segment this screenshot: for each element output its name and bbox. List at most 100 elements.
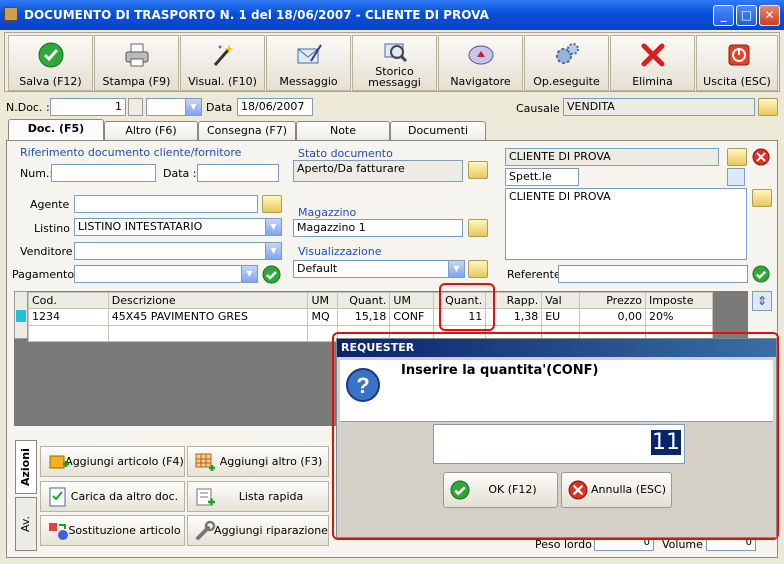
tab-doc[interactable]: Doc. (F5) bbox=[8, 119, 104, 141]
listino-combo[interactable]: LISTINO INTESTATARIO ▼ bbox=[74, 218, 282, 236]
quantity-highlight bbox=[439, 283, 495, 331]
col-header-imposte[interactable]: Imposte bbox=[645, 291, 713, 310]
cell-quant[interactable]: 15,18 bbox=[337, 308, 391, 326]
quantity-input-value: 11 bbox=[651, 430, 681, 455]
series-combo[interactable]: ▼ bbox=[146, 98, 202, 116]
pagamento-combo[interactable]: ▼ bbox=[74, 265, 258, 283]
pagamento-confirm-icon[interactable] bbox=[262, 265, 281, 284]
cell-prezzo[interactable]: 0,00 bbox=[579, 308, 647, 326]
visualizzazione-value: Default bbox=[297, 262, 338, 275]
tab-consegna[interactable]: Consegna (F7) bbox=[198, 121, 296, 141]
causale-field[interactable]: VENDITA bbox=[563, 98, 755, 116]
referente-confirm-icon[interactable] bbox=[752, 265, 770, 283]
cell-imposte[interactable]: 20% bbox=[645, 308, 713, 326]
navigator-label: Navigatore bbox=[450, 75, 511, 88]
cliente-remove-icon[interactable] bbox=[752, 148, 770, 166]
visualizzazione-folder-icon[interactable] bbox=[468, 260, 488, 278]
ndoc-button[interactable] bbox=[128, 98, 143, 116]
ok-button[interactable]: OK (F12) bbox=[443, 472, 558, 508]
print-button[interactable]: Stampa (F9) bbox=[94, 35, 179, 91]
exit-button[interactable]: Uscita (ESC) bbox=[696, 35, 778, 91]
col-header-descrizione[interactable]: Descrizione bbox=[107, 291, 309, 310]
rif-date-input[interactable] bbox=[197, 164, 279, 182]
chevron-down-icon: ▼ bbox=[265, 243, 281, 259]
stato-folder-icon[interactable] bbox=[468, 161, 488, 179]
cliente-folder-icon[interactable] bbox=[727, 148, 747, 166]
add-repair-button[interactable]: Aggiungi riparazione bbox=[187, 515, 329, 546]
grid-add-icon bbox=[195, 453, 215, 471]
message-history-icon bbox=[384, 43, 408, 63]
maximize-button[interactable]: □ bbox=[736, 5, 757, 26]
save-button[interactable]: Salva (F12) bbox=[8, 35, 93, 91]
magazzino-folder-icon[interactable] bbox=[468, 219, 488, 237]
col-header-cod[interactable]: Cod. bbox=[28, 291, 109, 310]
quantity-input[interactable]: 11 bbox=[433, 424, 685, 464]
col-header-um[interactable]: UM bbox=[307, 291, 339, 310]
cell-val[interactable]: EU bbox=[541, 308, 581, 326]
address-card-icon[interactable] bbox=[727, 168, 745, 186]
exit-label: Uscita (ESC) bbox=[703, 75, 771, 88]
col-header-val[interactable]: Val bbox=[541, 291, 581, 310]
quick-list-button[interactable]: Lista rapida bbox=[187, 481, 329, 512]
cancel-button[interactable]: Annulla (ESC) bbox=[561, 472, 672, 508]
load-from-doc-button[interactable]: Carica da altro doc. bbox=[40, 481, 185, 512]
tab-note[interactable]: Note bbox=[296, 121, 390, 141]
operations-button[interactable]: Op.eseguite bbox=[524, 35, 609, 91]
rif-date-label: Data : bbox=[163, 167, 197, 180]
navigator-button[interactable]: Navigatore bbox=[438, 35, 523, 91]
salutation-field[interactable]: Spett.le bbox=[505, 168, 579, 186]
dialog-prompt: Inserire la quantita'(CONF) bbox=[401, 363, 599, 378]
magic-wand-icon bbox=[213, 44, 234, 66]
stato-field: Aperto/Da fatturare bbox=[293, 160, 463, 182]
printer-icon bbox=[125, 43, 149, 67]
message-button[interactable]: Messaggio bbox=[266, 35, 351, 91]
save-label: Salva (F12) bbox=[19, 75, 82, 88]
delete-label: Elimina bbox=[632, 75, 673, 88]
col-header-um2[interactable]: UM bbox=[389, 291, 435, 310]
magazzino-field[interactable]: Magazzino 1 bbox=[293, 219, 463, 237]
listino-value: LISTINO INTESTATARIO bbox=[78, 220, 203, 233]
delete-button[interactable]: Elimina bbox=[610, 35, 695, 91]
rif-num-input[interactable] bbox=[51, 164, 156, 182]
preview-button[interactable]: Visual. (F10) bbox=[180, 35, 265, 91]
side-tab-azioni[interactable]: Azioni bbox=[15, 440, 37, 494]
question-icon: ? bbox=[346, 368, 380, 402]
visualizzazione-combo[interactable]: Default ▼ bbox=[293, 260, 465, 278]
print-label: Stampa (F9) bbox=[102, 75, 171, 88]
cell-descrizione[interactable]: 45X45 PAVIMENTO GRES bbox=[107, 308, 309, 326]
chevron-down-icon: ▼ bbox=[241, 266, 257, 282]
cell-cod[interactable]: 1234 bbox=[28, 308, 109, 326]
cell-um[interactable]: MQ bbox=[307, 308, 339, 326]
referente-input[interactable] bbox=[558, 265, 748, 283]
tab-documenti[interactable]: Documenti bbox=[390, 121, 486, 141]
cliente-address-field[interactable]: CLIENTE DI PROVA bbox=[505, 188, 747, 260]
close-button[interactable]: ✕ bbox=[759, 5, 780, 26]
cell-um2[interactable]: CONF bbox=[389, 308, 435, 326]
tab-altro[interactable]: Altro (F6) bbox=[104, 121, 198, 141]
add-article-button[interactable]: Aggiungi articolo (F4) bbox=[40, 446, 185, 477]
chevron-down-icon: ▼ bbox=[185, 99, 201, 115]
ndoc-input[interactable]: 1 bbox=[50, 98, 126, 116]
col-header-prezzo[interactable]: Prezzo bbox=[579, 291, 647, 310]
date-input[interactable]: 18/06/2007 bbox=[237, 98, 313, 116]
sort-arrows-icon[interactable]: ⇕ bbox=[752, 291, 772, 311]
address-folder-icon[interactable] bbox=[752, 189, 772, 207]
venditore-combo[interactable]: ▼ bbox=[74, 242, 282, 260]
app-icon bbox=[4, 7, 18, 21]
minimize-button[interactable]: _ bbox=[713, 5, 734, 26]
agente-folder-icon[interactable] bbox=[262, 195, 282, 213]
side-tab-av[interactable]: Av. bbox=[15, 497, 37, 551]
replace-article-button[interactable]: Sostituzione articolo bbox=[40, 515, 185, 546]
title-bar: DOCUMENTO DI TRASPORTO N. 1 del 18/06/20… bbox=[0, 0, 784, 30]
causale-folder-icon[interactable] bbox=[758, 98, 778, 116]
add-other-button[interactable]: Aggiungi altro (F3) bbox=[187, 446, 329, 477]
window-title: DOCUMENTO DI TRASPORTO N. 1 del 18/06/20… bbox=[24, 8, 489, 22]
agente-input[interactable] bbox=[74, 195, 258, 213]
message-history-button[interactable]: Storico messaggi bbox=[352, 35, 437, 91]
table-row[interactable]: 1234 45X45 PAVIMENTO GRES MQ 15,18 CONF … bbox=[28, 308, 713, 326]
cliente-name-field: CLIENTE DI PROVA bbox=[505, 148, 719, 166]
col-header-quant[interactable]: Quant. bbox=[337, 291, 391, 310]
checklist-icon bbox=[49, 487, 66, 507]
operations-label: Op.eseguite bbox=[533, 75, 600, 88]
grid-header-row: Cod. Descrizione UM Quant. UM Quant. Rap… bbox=[28, 291, 713, 310]
